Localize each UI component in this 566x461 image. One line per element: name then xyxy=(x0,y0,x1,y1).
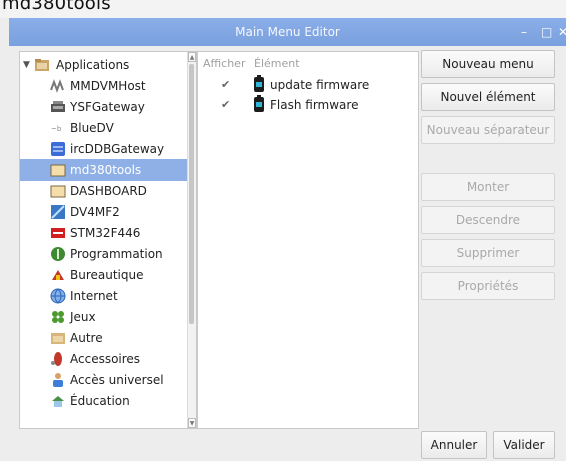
tree-item-label: Bureautique xyxy=(70,268,144,282)
other-folder-icon xyxy=(51,333,65,344)
scroll-down-icon[interactable]: ▼ xyxy=(188,418,196,428)
tree-scrollbar[interactable]: ▲ ▼ xyxy=(187,52,196,428)
tree-item-label: Accès universel xyxy=(70,373,164,387)
tree-item-label: Applications xyxy=(56,58,130,72)
office-icon xyxy=(52,270,64,280)
item-label: Flash firmware xyxy=(270,98,359,112)
main-menu-editor-window: ▼ Applications MMDVMHost YSFGateway ~b B… xyxy=(9,46,566,461)
tree-item-label: Internet xyxy=(70,289,118,303)
battery-icon xyxy=(254,95,264,112)
battery-icon xyxy=(254,75,264,92)
tree-item-label: Jeux xyxy=(70,310,96,324)
tree-item-dashboard[interactable]: DASHBOARD xyxy=(20,180,188,202)
properties-button[interactable]: Propriétés xyxy=(421,272,555,300)
close-icon[interactable]: ✕ xyxy=(558,18,566,46)
menu-tree[interactable]: ▼ Applications MMDVMHost YSFGateway ~b B… xyxy=(19,51,197,429)
dv4mf2-icon xyxy=(51,205,65,219)
education-icon xyxy=(52,396,64,407)
tree-item-label: Autre xyxy=(70,331,103,345)
tree-item-bluedv[interactable]: ~b BlueDV xyxy=(20,117,188,139)
bluedv-icon: ~b xyxy=(51,125,62,133)
tree-item-label: md380tools xyxy=(70,163,142,177)
tree-item-md380tools[interactable]: md380tools xyxy=(20,159,188,181)
tree-item-internet[interactable]: Internet xyxy=(20,285,188,307)
tree-item-autre[interactable]: Autre xyxy=(20,327,188,349)
programming-icon xyxy=(51,247,65,261)
tree-item-education[interactable]: Éducation xyxy=(20,390,188,412)
menu-items-list[interactable]: Afficher Élément ✔ update firmware ✔ Fla… xyxy=(197,51,419,429)
svg-text:~b: ~b xyxy=(51,125,62,133)
tree-item-label: MMDVMHost xyxy=(70,79,146,93)
globe-icon xyxy=(50,288,66,304)
tree-item-acces-universel[interactable]: Accès universel xyxy=(20,369,188,391)
tree-item-ircddbgateway[interactable]: ircDDBGateway xyxy=(20,138,188,160)
title-bar[interactable]: Main Menu Editor – □ ✕ xyxy=(9,18,566,46)
item-label: update firmware xyxy=(270,78,370,92)
ok-button[interactable]: Valider xyxy=(493,431,555,459)
accessibility-icon xyxy=(53,373,63,387)
maximize-icon[interactable]: □ xyxy=(541,18,552,46)
new-menu-button[interactable]: Nouveau menu xyxy=(421,50,555,78)
minimize-icon[interactable]: – xyxy=(521,18,527,46)
tree-item-label: DASHBOARD xyxy=(70,184,147,198)
tree-item-label: Programmation xyxy=(70,247,163,261)
visible-checkbox[interactable]: ✔ xyxy=(221,95,230,115)
tree-item-bureautique[interactable]: Bureautique xyxy=(20,264,188,286)
tree-item-jeux[interactable]: Jeux xyxy=(20,306,188,328)
background-window-strip: md380tools xyxy=(0,0,566,18)
tree-item-applications[interactable]: ▼ Applications xyxy=(20,54,188,76)
ysf-icon xyxy=(51,101,65,112)
mmdvm-icon xyxy=(50,79,64,93)
tree-item-label: BlueDV xyxy=(70,121,114,135)
tree-item-label: Éducation xyxy=(70,394,130,408)
games-icon xyxy=(52,311,64,323)
tree-item-label: Accessoires xyxy=(70,352,141,366)
tree-item-label: STM32F446 xyxy=(70,226,141,240)
scrollbar-thumb[interactable] xyxy=(189,64,194,324)
window-title: Main Menu Editor xyxy=(235,25,340,39)
accessories-icon xyxy=(51,352,62,366)
item-row-update-firmware[interactable]: ✔ update firmware xyxy=(198,75,418,95)
new-separator-button[interactable]: Nouveau séparateur xyxy=(421,116,555,144)
cancel-button[interactable]: Annuler xyxy=(421,431,487,459)
background-partial-text: md380tools xyxy=(2,0,111,14)
tree-item-label: DV4MF2 xyxy=(70,205,120,219)
tree-item-label: YSFGateway xyxy=(70,100,145,114)
column-header-element[interactable]: Élément xyxy=(254,54,300,74)
tree-item-label: ircDDBGateway xyxy=(70,142,165,156)
tree-item-mmdvmhost[interactable]: MMDVMHost xyxy=(20,75,188,97)
tree-item-dv4mf2[interactable]: DV4MF2 xyxy=(20,201,188,223)
tree-item-programmation[interactable]: Programmation xyxy=(20,243,188,265)
delete-button[interactable]: Supprimer xyxy=(421,239,555,267)
stm-icon xyxy=(51,228,65,238)
column-header-show[interactable]: Afficher xyxy=(203,54,245,74)
applications-folder-icon xyxy=(35,59,49,71)
item-row-flash-firmware[interactable]: ✔ Flash firmware xyxy=(198,95,418,115)
scroll-up-icon[interactable]: ▲ xyxy=(188,52,196,62)
visible-checkbox[interactable]: ✔ xyxy=(221,75,230,95)
irc-icon xyxy=(51,142,65,156)
move-down-button[interactable]: Descendre xyxy=(421,206,555,234)
tree-item-stm32f446[interactable]: STM32F446 xyxy=(20,222,188,244)
tree-item-accessoires[interactable]: Accessoires xyxy=(20,348,188,370)
new-item-button[interactable]: Nouvel élément xyxy=(421,83,555,111)
folder-icon xyxy=(50,164,66,177)
expander-icon[interactable]: ▼ xyxy=(23,54,30,76)
move-up-button[interactable]: Monter xyxy=(421,173,555,201)
folder-icon xyxy=(50,185,66,198)
tree-item-ysfgateway[interactable]: YSFGateway xyxy=(20,96,188,118)
